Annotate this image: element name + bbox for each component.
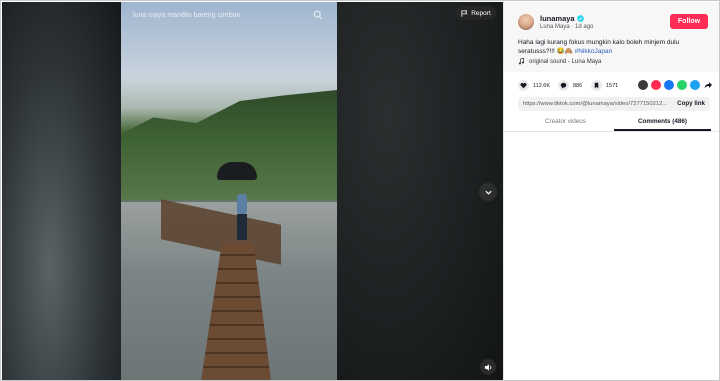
comment-icon[interactable] [558,80,569,91]
person-walking [233,184,251,242]
heart-icon[interactable] [518,80,529,91]
comment-count: 886 [573,82,583,89]
embed-icon[interactable] [638,80,648,90]
author-subline: Luna Maya · 1d ago [540,24,594,30]
post-caption: Haha lagi kurang fokus mungkin kalo bole… [518,38,703,56]
report-button[interactable]: Report [456,6,496,20]
like-action[interactable]: 112.6K [518,80,550,91]
tiktok-window: luna maya mandiin bareng cirebon Report … [0,0,720,381]
video-link-url: https://www.tiktok.com/@lunamaya/video/7… [523,101,668,107]
sound-row[interactable]: original sound - Luna Maya [518,58,601,65]
speaker-icon [484,363,491,371]
video-search-text: luna maya mandiin bareng cirebon [133,12,241,19]
save-action[interactable]: 1571 [591,80,618,91]
video-search-bar[interactable]: luna maya mandiin bareng cirebon [133,10,327,22]
follow-button[interactable]: Follow [670,14,708,29]
flag-icon [461,9,468,17]
save-count: 1571 [606,82,619,89]
video-player[interactable] [121,2,337,380]
action-bar: 112.6K 886 1571 [518,80,713,92]
twitter-icon[interactable] [690,80,700,90]
share-icon[interactable] [703,80,713,90]
verified-badge-icon [576,15,584,22]
copy-link-box: https://www.tiktok.com/@lunamaya/video/7… [518,97,710,111]
tab-creator-videos[interactable]: Creator videos [545,118,586,125]
active-tab-indicator [614,129,711,131]
send-to-friends-icon[interactable] [651,80,661,90]
sound-label: original sound - Luna Maya [529,58,602,65]
author-username[interactable]: lunamaya [540,14,575,23]
whatsapp-icon[interactable] [677,80,687,90]
person-jacket [237,194,247,214]
search-icon[interactable] [313,10,323,20]
tab-comments[interactable]: Comments (486) [638,118,687,125]
tab-bar: Creator videos Comments (486) [504,115,719,132]
volume-button[interactable] [480,359,496,375]
video-stage: luna maya mandiin bareng cirebon [2,2,503,380]
umbrella [217,162,257,180]
copy-link-button[interactable]: Copy link [677,100,705,107]
music-note-icon [518,58,525,65]
like-count: 112.6K [533,82,551,89]
bookmark-icon[interactable] [591,80,602,91]
next-video-button[interactable] [479,183,497,201]
person-legs [237,214,247,240]
avatar[interactable] [518,14,534,30]
post-header: lunamaya Luna Maya · 1d ago Follow Haha … [504,2,719,72]
hashtag-link[interactable]: #NikkoJapan [575,48,613,55]
comment-action[interactable]: 886 [558,80,582,91]
author-username-row[interactable]: lunamaya [540,14,584,23]
report-label: Report [471,9,491,17]
details-panel: lunamaya Luna Maya · 1d ago Follow Haha … [503,2,719,380]
blurred-backdrop-left [2,2,122,380]
forest-hill [121,90,337,200]
facebook-icon[interactable] [664,80,674,90]
chevron-down-icon [484,190,492,195]
